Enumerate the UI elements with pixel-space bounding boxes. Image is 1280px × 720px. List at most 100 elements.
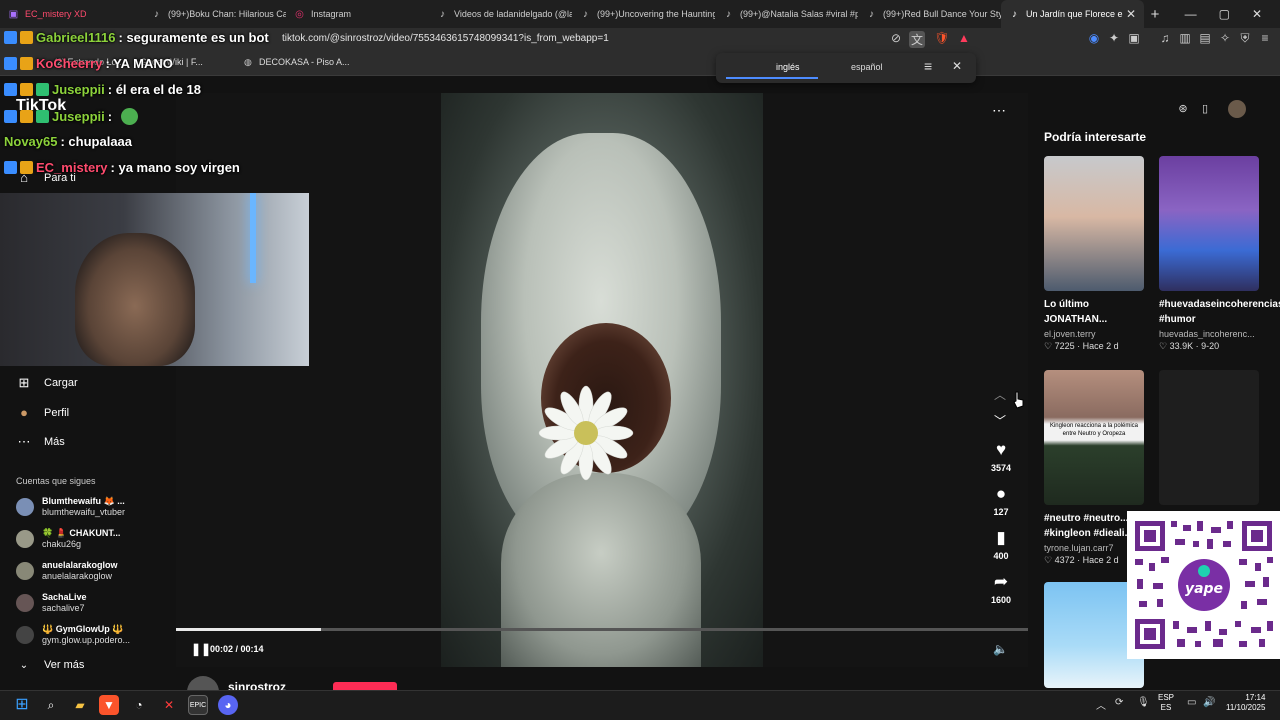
screenshot-icon[interactable]: ▣ bbox=[1126, 31, 1142, 45]
browser-tab[interactable]: ♪ (99+)Boku Chan: Hilarious Cat bbox=[143, 0, 286, 28]
see-more-button[interactable]: ⌄ Ver más bbox=[16, 659, 85, 671]
language-indicator[interactable]: ESP ES bbox=[1158, 693, 1174, 713]
chat-user: Gabrieel1116 bbox=[36, 30, 116, 45]
wallet-icon[interactable]: ▤ bbox=[1197, 31, 1213, 45]
chevron-down-icon: ⌄ bbox=[19, 659, 29, 671]
leo-icon[interactable]: ✧ bbox=[1217, 31, 1233, 45]
tiktok-icon: ♪ bbox=[869, 8, 874, 20]
maximize-button[interactable]: ▢ bbox=[1219, 7, 1230, 21]
badge-icon bbox=[20, 31, 33, 44]
video-player[interactable] bbox=[441, 93, 763, 667]
tiktok-icon: ♪ bbox=[440, 8, 445, 20]
close-tab-icon[interactable]: ✕ bbox=[1126, 7, 1136, 21]
discord-icon[interactable]: ◕ bbox=[218, 695, 238, 715]
following-item[interactable]: Blumthewaifu 🦊 ... blumthewaifu_vtuber bbox=[16, 496, 125, 518]
translate-icon[interactable]: 文 bbox=[909, 31, 925, 48]
nav-profile[interactable]: ● Perfil bbox=[16, 405, 69, 420]
browser-tab[interactable]: ♪ (99+)Red Bull Dance Your Style bbox=[858, 0, 1001, 28]
browser-tab[interactable]: ◎ Instagram bbox=[286, 0, 429, 28]
network-icon[interactable]: ▭ bbox=[1187, 697, 1196, 708]
badge-icon bbox=[20, 83, 33, 96]
close-icon[interactable]: ✕ bbox=[952, 59, 962, 73]
speech-icon[interactable]: ◉ bbox=[1086, 31, 1102, 45]
following-item[interactable]: 🔱 GymGlowUp 🔱 gym.glow.up.podero... bbox=[16, 624, 130, 646]
music-icon[interactable]: ♫ bbox=[1157, 31, 1173, 45]
pause-icon[interactable]: ❚❚ bbox=[191, 642, 211, 656]
extensions-icon[interactable]: ✦ bbox=[1106, 31, 1122, 45]
following-name: Blumthewaifu 🦊 ... bbox=[42, 496, 125, 506]
tray-chevron-icon[interactable]: ︿ bbox=[1096, 697, 1106, 712]
share-button[interactable]: ➦ 1600 bbox=[985, 572, 1017, 605]
obs-icon[interactable]: ◔ bbox=[129, 695, 149, 715]
brave-shield-icon[interactable]: 🛡 bbox=[934, 31, 950, 45]
nav-more[interactable]: ⋯ Más bbox=[16, 434, 65, 450]
chat-text: : chupalaaa bbox=[60, 134, 133, 149]
brave-browser-icon[interactable]: ▼ bbox=[99, 695, 119, 715]
new-tab-button[interactable]: + bbox=[1144, 6, 1166, 23]
save-button[interactable]: ▮ 400 bbox=[985, 528, 1017, 561]
epic-games-icon[interactable]: EPIC bbox=[188, 695, 208, 715]
avatar bbox=[16, 530, 34, 548]
coin-icon[interactable]: ⊛ bbox=[1175, 102, 1191, 118]
led-light bbox=[250, 193, 256, 283]
avatar bbox=[16, 498, 34, 516]
more-options-icon[interactable]: ⋯ bbox=[992, 102, 1006, 119]
url-field[interactable]: tiktok.com/@sinrostroz/video/75534636157… bbox=[282, 33, 609, 44]
minimize-button[interactable]: — bbox=[1185, 7, 1197, 21]
share-count: 1600 bbox=[990, 595, 1012, 605]
browser-tab[interactable]: ♪ Videos de ladanidelgado (@la bbox=[429, 0, 572, 28]
badge-icon bbox=[4, 161, 17, 174]
app-icon[interactable]: ✕ bbox=[159, 695, 179, 715]
reader-icon[interactable]: ⊘ bbox=[888, 31, 904, 45]
close-window-button[interactable]: ✕ bbox=[1252, 7, 1262, 21]
tab-label: Un Jardín que Florece e bbox=[1026, 9, 1123, 19]
microphone-icon[interactable]: 🎙 bbox=[1137, 697, 1150, 708]
tab-label: Videos de ladanidelgado (@la bbox=[454, 9, 572, 19]
vpn-icon[interactable]: ⛨ bbox=[1237, 31, 1253, 46]
menu-icon[interactable]: ≡ bbox=[1257, 31, 1273, 45]
like-button[interactable]: ♥ 3574 bbox=[985, 440, 1017, 473]
chat-user: Juseppii bbox=[52, 109, 105, 124]
card-thumbnail bbox=[1159, 156, 1259, 291]
translate-target-tab[interactable]: español bbox=[851, 62, 883, 72]
card-title: Lo último JONATHAN... bbox=[1044, 299, 1108, 325]
translate-popup: inglés español ≡ ✕ bbox=[716, 53, 976, 83]
search-icon[interactable]: ⌕ bbox=[41, 695, 61, 715]
following-item[interactable]: 🍀 💄 CHAKUNT... chaku26g bbox=[16, 528, 120, 550]
chat-text: : YA MANO bbox=[105, 56, 173, 71]
brave-rewards-icon[interactable]: ▲ bbox=[956, 31, 972, 45]
previous-video-icon[interactable]: ︿ bbox=[994, 386, 1006, 403]
user-avatar[interactable] bbox=[1228, 100, 1246, 118]
tab-label: EC_mistery XD bbox=[25, 9, 87, 19]
badge-icon bbox=[20, 57, 33, 70]
recommended-card[interactable]: #huevadaseincoherencias #humor huevadas_… bbox=[1159, 156, 1280, 352]
browser-tab[interactable]: ♪ (99+)@Natalia Salas #viral #pa bbox=[715, 0, 858, 28]
chat-text: : ya mano soy virgen bbox=[110, 160, 240, 175]
volume-tray-icon[interactable]: 🔊 bbox=[1203, 697, 1215, 708]
volume-icon[interactable]: 🔈 bbox=[993, 642, 1008, 656]
file-explorer-icon[interactable]: ▰ bbox=[70, 695, 90, 715]
clock-time: 17:14 bbox=[1245, 693, 1266, 702]
chat-message: Juseppii: él era el de 18 bbox=[4, 82, 201, 97]
phone-icon[interactable]: ▯ bbox=[1197, 102, 1213, 118]
sync-icon[interactable]: ⟳ bbox=[1115, 697, 1123, 708]
browser-tab-active[interactable]: ♪ Un Jardín que Florece e ✕ bbox=[1001, 0, 1144, 28]
system-clock[interactable]: 17:14 11/10/2025 bbox=[1226, 693, 1265, 713]
browser-tab[interactable]: ♪ (99+)Uncovering the Haunting bbox=[572, 0, 715, 28]
next-video-icon[interactable]: ﹀ bbox=[994, 412, 1006, 429]
translate-source-tab[interactable]: inglés bbox=[776, 62, 800, 72]
nav-upload[interactable]: ⊞ Cargar bbox=[16, 375, 78, 391]
browser-tab-strip: ▣ EC_mistery XD ♪ (99+)Boku Chan: Hilariou… bbox=[0, 0, 1280, 28]
following-item[interactable]: anuelalarakoglow anuelalarakoglow bbox=[16, 560, 118, 582]
sidebar-icon[interactable]: ▥ bbox=[1177, 31, 1193, 45]
windows-start-icon[interactable]: ⊞ bbox=[12, 695, 32, 715]
recommended-card[interactable] bbox=[1159, 370, 1259, 505]
translate-menu-icon[interactable]: ≡ bbox=[924, 58, 932, 74]
bookmark-item[interactable]: DECOKASA - Piso A... bbox=[259, 57, 350, 67]
following-item[interactable]: SachaLive sachalive7 bbox=[16, 592, 87, 614]
comment-button[interactable]: ● 127 bbox=[985, 484, 1017, 517]
yape-qr-code: yape bbox=[1127, 511, 1280, 659]
recommended-card[interactable]: Lo último JONATHAN... el.joven.terry ♡ 7… bbox=[1044, 156, 1144, 352]
following-handle: sachalive7 bbox=[42, 603, 85, 613]
browser-tab[interactable]: ▣ EC_mistery XD bbox=[0, 0, 143, 28]
